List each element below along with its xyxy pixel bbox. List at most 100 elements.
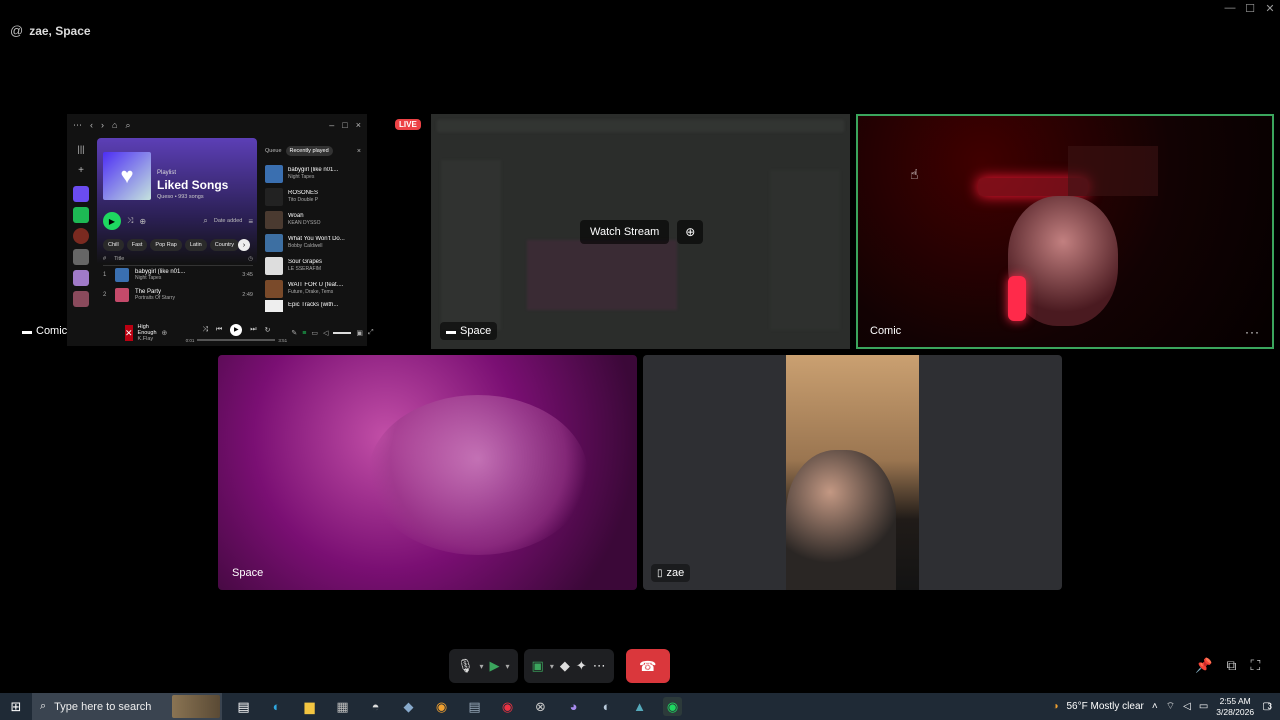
list-icon[interactable]: ≡: [248, 217, 253, 226]
library-icon[interactable]: |||: [73, 144, 89, 160]
play-button[interactable]: ▶: [103, 212, 121, 230]
album-thumb[interactable]: [73, 270, 89, 286]
search-icon[interactable]: ⌕: [203, 216, 207, 226]
discord-icon[interactable]: ◕: [564, 697, 583, 716]
more-icon[interactable]: ⋯: [593, 658, 606, 674]
list-item[interactable]: WAIT FOR U (feat.... Future, Drake, Tems: [259, 277, 365, 300]
prev-icon[interactable]: ⏮: [216, 326, 222, 334]
weather-icon[interactable]: ◑: [1052, 701, 1058, 712]
chevron-down-icon[interactable]: ▾: [550, 662, 554, 671]
chip[interactable]: Chill: [103, 239, 124, 251]
minimize-button[interactable]: —: [1220, 0, 1240, 16]
video-tile-comic[interactable]: ☝ ···: [856, 114, 1274, 349]
more-options-icon[interactable]: ···: [1245, 325, 1260, 339]
app-icon[interactable]: ◓: [366, 697, 385, 716]
chip[interactable]: Latin: [184, 239, 207, 251]
activities-icon[interactable]: ◆: [560, 658, 570, 674]
progress-bar[interactable]: [197, 339, 276, 341]
chevron-right-icon[interactable]: ›: [238, 239, 250, 251]
add-icon[interactable]: ⊕: [162, 329, 168, 337]
chevron-up-icon[interactable]: ˄: [1152, 701, 1158, 712]
table-row[interactable]: 2 The Party Portraits Of Starry 2:49: [103, 286, 253, 304]
volume-icon[interactable]: ◁: [1183, 701, 1191, 712]
queue-icon[interactable]: ≡: [302, 330, 306, 337]
spotify-icon[interactable]: ◉: [663, 697, 682, 716]
volume-slider[interactable]: [333, 332, 352, 334]
shuffle-icon[interactable]: ⤨: [127, 216, 133, 226]
video-tile-space[interactable]: [218, 355, 637, 590]
liked-songs-thumb[interactable]: [73, 186, 89, 202]
calculator-icon[interactable]: ▦: [333, 697, 352, 716]
play-button[interactable]: ▶: [230, 323, 243, 336]
chip[interactable]: Pop Rap: [150, 239, 182, 251]
weather-text[interactable]: 56°F Mostly clear: [1067, 701, 1144, 712]
task-view-icon[interactable]: ▤: [234, 697, 253, 716]
chip[interactable]: Fast: [126, 239, 148, 251]
minimize-icon[interactable]: –: [329, 120, 334, 130]
fullscreen-icon[interactable]: ⤢: [368, 329, 374, 337]
search-icon[interactable]: ⌕: [125, 120, 130, 131]
app-icon[interactable]: ▤: [465, 697, 484, 716]
app-icon[interactable]: ◉: [432, 697, 451, 716]
steam-icon[interactable]: ◐: [597, 697, 616, 716]
download-icon[interactable]: ⊕: [139, 217, 146, 226]
repeat-icon[interactable]: ↻: [265, 326, 271, 334]
close-icon[interactable]: ×: [356, 120, 361, 130]
device-icon[interactable]: ▭: [311, 329, 318, 337]
list-item[interactable]: Woah KEAN DYSSO: [259, 208, 365, 231]
chevron-down-icon[interactable]: ▾: [480, 662, 484, 671]
next-icon[interactable]: ⏭: [250, 326, 256, 334]
list-item[interactable]: What You Won't Do... Bobby Caldwell: [259, 231, 365, 254]
network-icon[interactable]: ⌔: [1166, 700, 1175, 713]
app-icon[interactable]: ▲: [630, 697, 649, 716]
popout-icon[interactable]: ⊕: [677, 220, 704, 244]
soundboard-icon[interactable]: ✦: [576, 658, 587, 674]
home-icon[interactable]: ⌂: [112, 120, 117, 130]
album-thumb[interactable]: [73, 291, 89, 307]
taskbar-search[interactable]: ⌕ Type here to search: [32, 693, 222, 720]
chevron-down-icon[interactable]: ▾: [506, 662, 510, 671]
playlist-thumb[interactable]: [73, 207, 89, 223]
app-icon[interactable]: ⊗: [531, 697, 550, 716]
maximize-button[interactable]: ☐: [1240, 0, 1260, 16]
volume-icon[interactable]: ◁: [323, 329, 328, 337]
tab-recently-played[interactable]: Recently played: [285, 146, 333, 156]
pin-icon[interactable]: 📌: [1195, 657, 1212, 674]
fullscreen-icon[interactable]: ⛶: [1250, 657, 1260, 674]
screen-share-icon[interactable]: ▣: [532, 658, 544, 674]
list-item[interactable]: Epic Tracks (with...: [259, 300, 365, 312]
app-icon[interactable]: ◆: [399, 697, 418, 716]
popout-icon[interactable]: ⧉: [1226, 657, 1236, 674]
album-thumb[interactable]: [73, 228, 89, 244]
miniplayer-icon[interactable]: ▣: [356, 329, 363, 337]
mic-icon[interactable]: 🎙: [457, 658, 474, 674]
shuffle-icon[interactable]: ⤨: [202, 326, 208, 334]
file-explorer-icon[interactable]: ▆: [300, 697, 319, 716]
close-button[interactable]: ✕: [1260, 0, 1280, 16]
battery-icon[interactable]: ▭: [1199, 701, 1208, 712]
list-item[interactable]: babygirl (like n01... Night Tapes: [259, 162, 365, 185]
table-row[interactable]: 1 babygirl (like n01... Night Tapes 3:45: [103, 266, 253, 284]
chip[interactable]: Country: [209, 239, 240, 251]
video-tile-zae[interactable]: [643, 355, 1062, 590]
windows-start-icon[interactable]: ⊞: [0, 699, 32, 715]
sort-label[interactable]: Date added: [214, 218, 242, 224]
camera-icon[interactable]: ▶: [490, 658, 500, 674]
screen-share-comic[interactable]: ⋯ ‹ › ⌂ ⌕ – □ × ||| + ♥ Playlist Liked Son…: [67, 114, 374, 346]
clock[interactable]: 2:55 AM 3/28/2026: [1216, 696, 1254, 716]
edge-icon[interactable]: ◐: [267, 697, 286, 716]
forward-icon[interactable]: ›: [101, 120, 104, 130]
album-thumb[interactable]: [73, 249, 89, 265]
mic-icon[interactable]: ✎: [291, 329, 297, 337]
close-icon[interactable]: ×: [357, 148, 361, 155]
maximize-icon[interactable]: □: [342, 120, 347, 130]
list-item[interactable]: ROSONES Tito Double P: [259, 185, 365, 208]
back-icon[interactable]: ‹: [90, 120, 93, 130]
add-icon[interactable]: +: [73, 165, 89, 181]
end-call-button[interactable]: ☎: [625, 649, 670, 683]
watch-stream-button[interactable]: Watch Stream: [580, 220, 670, 244]
more-icon[interactable]: ⋯: [73, 120, 82, 131]
chrome-icon[interactable]: ◉: [498, 697, 517, 716]
tab-queue[interactable]: Queue: [265, 148, 282, 154]
list-item[interactable]: Sour Grapes LE SSERAFIM: [259, 254, 365, 277]
